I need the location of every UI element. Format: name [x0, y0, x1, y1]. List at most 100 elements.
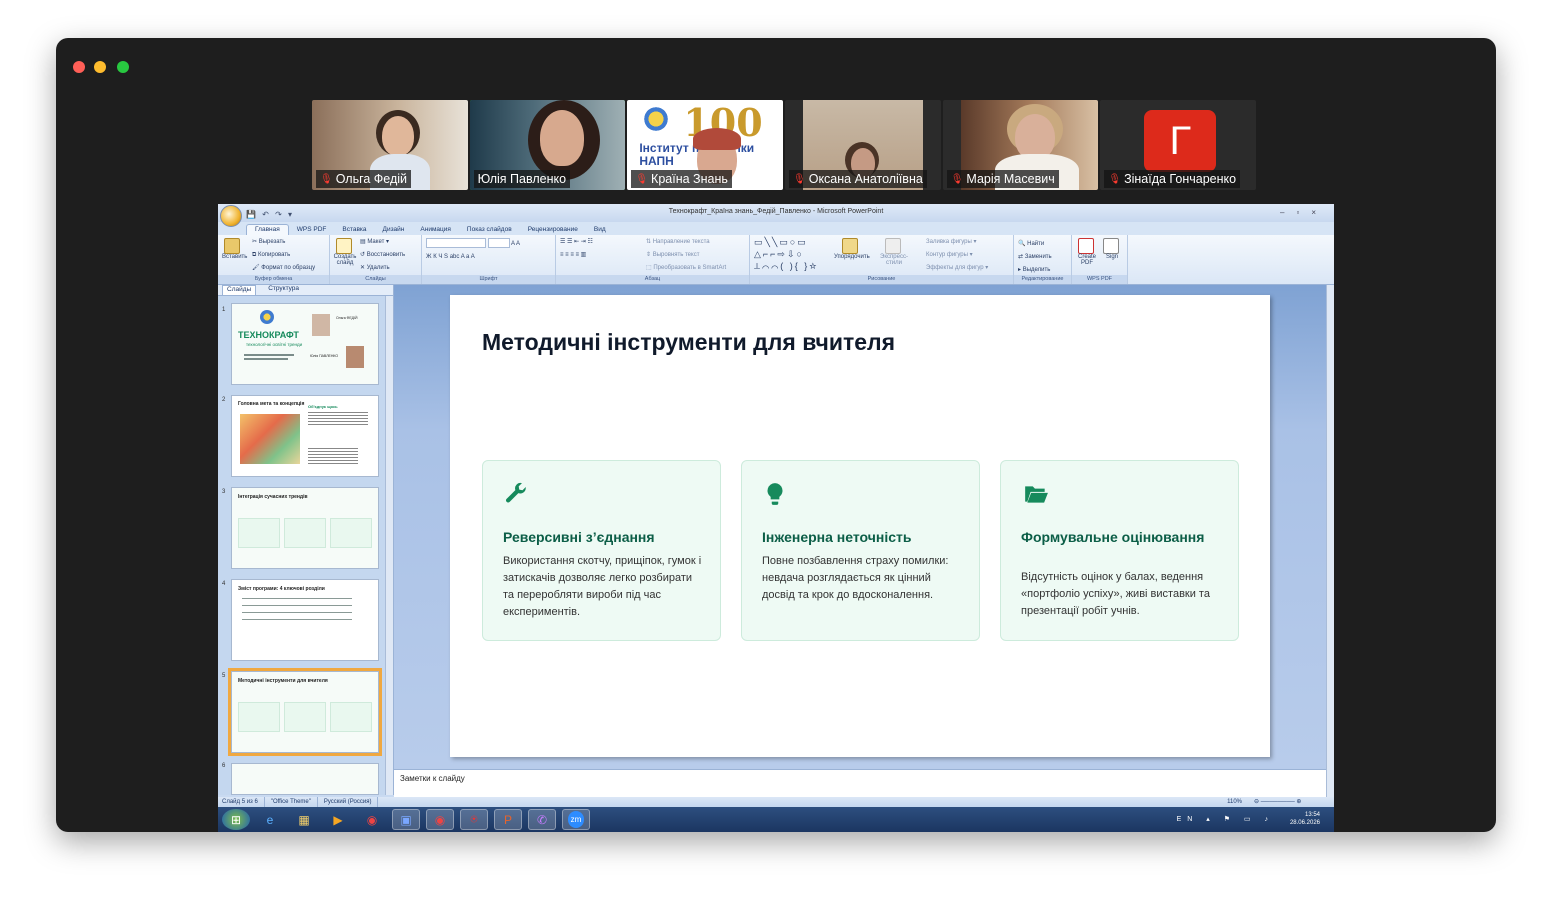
slide-thumbnail[interactable]: [231, 763, 379, 795]
shape-fill-button[interactable]: Заливка фигуры ▾: [926, 236, 988, 249]
participant-tile[interactable]: 🎙 Оксана Анатоліївна: [785, 100, 941, 190]
slide-thumbnail[interactable]: Зміст програми: 4 ключові розділи: [231, 579, 379, 661]
arrange-button[interactable]: Упорядочить: [834, 238, 870, 260]
sign-button[interactable]: Sign: [1102, 238, 1122, 260]
office-button[interactable]: [220, 205, 242, 227]
shape-outline-button[interactable]: Контур фигуры ▾: [926, 249, 988, 262]
slides-panel: Слайды Структура 1 ТЕХНОКРАФТ технологіч…: [218, 285, 394, 795]
create-pdf-button[interactable]: Create PDF: [1076, 238, 1098, 266]
ie-icon[interactable]: e: [256, 809, 284, 830]
participant-name: Юлія Павленко: [473, 170, 571, 188]
font-size-select[interactable]: [487, 238, 510, 249]
quick-access-toolbar[interactable]: 💾 ↶ ↷ ▾: [246, 207, 294, 223]
viber-icon[interactable]: ✆: [528, 809, 556, 830]
panel-scrollbar[interactable]: [385, 296, 393, 795]
participant-strip: 🎙 Ольга Федій Юлія Павленко 100 Інститут …: [312, 100, 1257, 190]
shape-effects-button[interactable]: Эффекты для фигур ▾: [926, 262, 988, 275]
participant-name: 🎙 Країна Знань: [631, 170, 732, 188]
zoom-app-icon[interactable]: zm: [562, 809, 590, 830]
participant-name: 🎙 Зінаїда Гончаренко: [1104, 170, 1241, 188]
folder-open-icon: [1025, 486, 1048, 503]
delete-slide-button[interactable]: ✕ Удалить: [360, 262, 405, 275]
text-direction-button[interactable]: ⇅ Направление текста: [646, 236, 726, 249]
clock[interactable]: 13:54 28.06.2026: [1290, 811, 1320, 827]
layout-button[interactable]: ▤ Макет ▾: [360, 236, 405, 249]
slide-title[interactable]: Методичні інструменти для вчителя: [482, 329, 895, 356]
notes-pane[interactable]: Заметки к слайду: [394, 769, 1326, 797]
status-bar: Слайд 5 из 6 "Office Theme" Русский (Рос…: [218, 797, 1334, 807]
font-name-select[interactable]: [426, 238, 486, 249]
tab-insert[interactable]: Вставка: [334, 225, 374, 235]
reset-button[interactable]: ↺ Восстановить: [360, 249, 405, 262]
lightbulb-icon: [767, 483, 783, 505]
slide-thumbnail-selected[interactable]: Методичні інструменти для вчителя: [228, 668, 382, 756]
slide-thumbnail[interactable]: ТЕХНОКРАФТ технологічні освітні тренди О…: [231, 303, 379, 385]
slide-counter: Слайд 5 из 6: [222, 797, 265, 807]
minimize-window-button[interactable]: [94, 61, 106, 73]
pdf-reader-icon[interactable]: ⍟: [460, 809, 488, 830]
participant-tile[interactable]: Г 🎙 Зінаїда Гончаренко: [1100, 100, 1257, 190]
zoom-level[interactable]: 110%: [1227, 797, 1248, 807]
tab-review[interactable]: Рецензирование: [520, 225, 586, 235]
save-app-icon[interactable]: ▣: [392, 809, 420, 830]
replace-button[interactable]: ⇄ Заменить: [1018, 251, 1067, 264]
card-title: Інженерна неточність: [762, 529, 912, 545]
drawing-group: ▭╲╲▭○▭ △⌐⌐⇨⇩○ ⟂⌒⌒( ){ }☆ Упорядочить Экспр…: [750, 235, 1014, 284]
tool-card: Формувальне оцінювання Відсутність оціно…: [1000, 460, 1239, 641]
tool-card: Інженерна неточність Повне позбавлення с…: [741, 460, 980, 641]
system-tray-icons[interactable]: EN ▴ ⚑ ▭ ♪: [1177, 815, 1274, 823]
wps-pdf-group: Create PDF Sign WPS PDF: [1072, 235, 1128, 284]
window-controls[interactable]: –▫×: [1280, 205, 1328, 221]
mic-muted-icon: 🎙: [320, 173, 333, 185]
media-player-icon[interactable]: ▶: [324, 809, 352, 830]
participant-tile[interactable]: 100 Інститут педагогіки НАПН 🎙Країна Зна…: [627, 100, 784, 190]
chrome-window-icon[interactable]: ◉: [426, 809, 454, 830]
participant-tile[interactable]: 🎙 Марія Масевич: [942, 100, 1099, 190]
align-text-button[interactable]: ⇕ Выровнять текст: [646, 249, 726, 262]
zoom-slider[interactable]: ⊖ ──────── ⊕: [1254, 797, 1334, 807]
ribbon-tabs: Главная WPS PDF Вставка Дизайн Анимация …: [218, 222, 1334, 235]
card-text: Використання скотчу, прищіпок, гумок і з…: [503, 555, 702, 618]
list-buttons[interactable]: ☰ ☰ ⇤ ⇥ ☷: [560, 236, 593, 249]
tab-design[interactable]: Дизайн: [375, 225, 413, 235]
current-slide[interactable]: Методичні інструменти для вчителя Реверс…: [450, 295, 1270, 757]
zoom-window: 🎙 Ольга Федій Юлія Павленко 100 Інститут …: [56, 38, 1496, 832]
start-button[interactable]: ⊞: [222, 809, 250, 830]
tab-home[interactable]: Главная: [246, 224, 289, 235]
tab-wps-pdf[interactable]: WPS PDF: [289, 225, 335, 235]
powerpoint-window: 💾 ↶ ↷ ▾ Технокрафт_Країна знань_Федій_Па…: [218, 204, 1334, 832]
slides-group: Создать слайд ▤ Макет ▾ ↺ Восстановить ✕…: [330, 235, 422, 284]
tab-slides[interactable]: Слайды: [222, 285, 257, 295]
close-window-button[interactable]: [73, 61, 85, 73]
slide-thumbnail[interactable]: Інтеграція сучасних трендів: [231, 487, 379, 569]
card-text: Повне позбавлення страху помилки: невдач…: [762, 555, 949, 601]
format-painter-button[interactable]: 🖌 Формат по образцу: [252, 262, 315, 275]
slide-thumbnail[interactable]: Головна мета та концепція Об'єднує щось: [231, 395, 379, 477]
copy-button[interactable]: ⧉ Копировать: [252, 249, 315, 262]
powerpoint-icon[interactable]: P: [494, 809, 522, 830]
new-slide-button[interactable]: Создать слайд: [332, 238, 358, 266]
tab-outline[interactable]: Структура: [264, 285, 303, 295]
tab-animation[interactable]: Анимация: [412, 225, 459, 235]
align-buttons[interactable]: ≡ ≡ ≡ ≡ ▥: [560, 249, 593, 262]
participant-tile-active-speaker[interactable]: Юлія Павленко: [469, 100, 626, 190]
participant-tile[interactable]: 🎙 Ольга Федій: [312, 100, 468, 190]
find-button[interactable]: 🔍 Найти: [1018, 238, 1067, 251]
maximize-window-button[interactable]: [117, 61, 129, 73]
editing-group: 🔍 Найти ⇄ Заменить ▸ Выделить Редактиров…: [1014, 235, 1072, 284]
slide-scrollbar[interactable]: [1326, 285, 1334, 797]
chrome-icon[interactable]: ◉: [358, 809, 386, 830]
font-format-buttons[interactable]: Ж К Ч S abc A a A: [426, 251, 551, 264]
quick-styles-button[interactable]: Экспресс-стили: [874, 238, 914, 266]
tab-slideshow[interactable]: Показ слайдов: [459, 225, 520, 235]
explorer-icon[interactable]: ▦: [290, 809, 318, 830]
card-title: Формувальне оцінювання: [1021, 529, 1205, 545]
smartart-button[interactable]: ⬚ Преобразовать в SmartArt: [646, 262, 726, 275]
shapes-gallery[interactable]: ▭╲╲▭○▭ △⌐⌐⇨⇩○ ⟂⌒⌒( ){ }☆: [754, 236, 818, 272]
cut-button[interactable]: ✂ Вырезать: [252, 236, 315, 249]
paste-button[interactable]: Вставить: [222, 238, 247, 260]
avatar: Г: [1144, 110, 1217, 172]
window-title: Технокрафт_Країна знань_Федій_Павленко -…: [668, 208, 884, 215]
mic-muted-icon: 🎙: [950, 173, 964, 185]
tab-view[interactable]: Вид: [586, 225, 614, 235]
